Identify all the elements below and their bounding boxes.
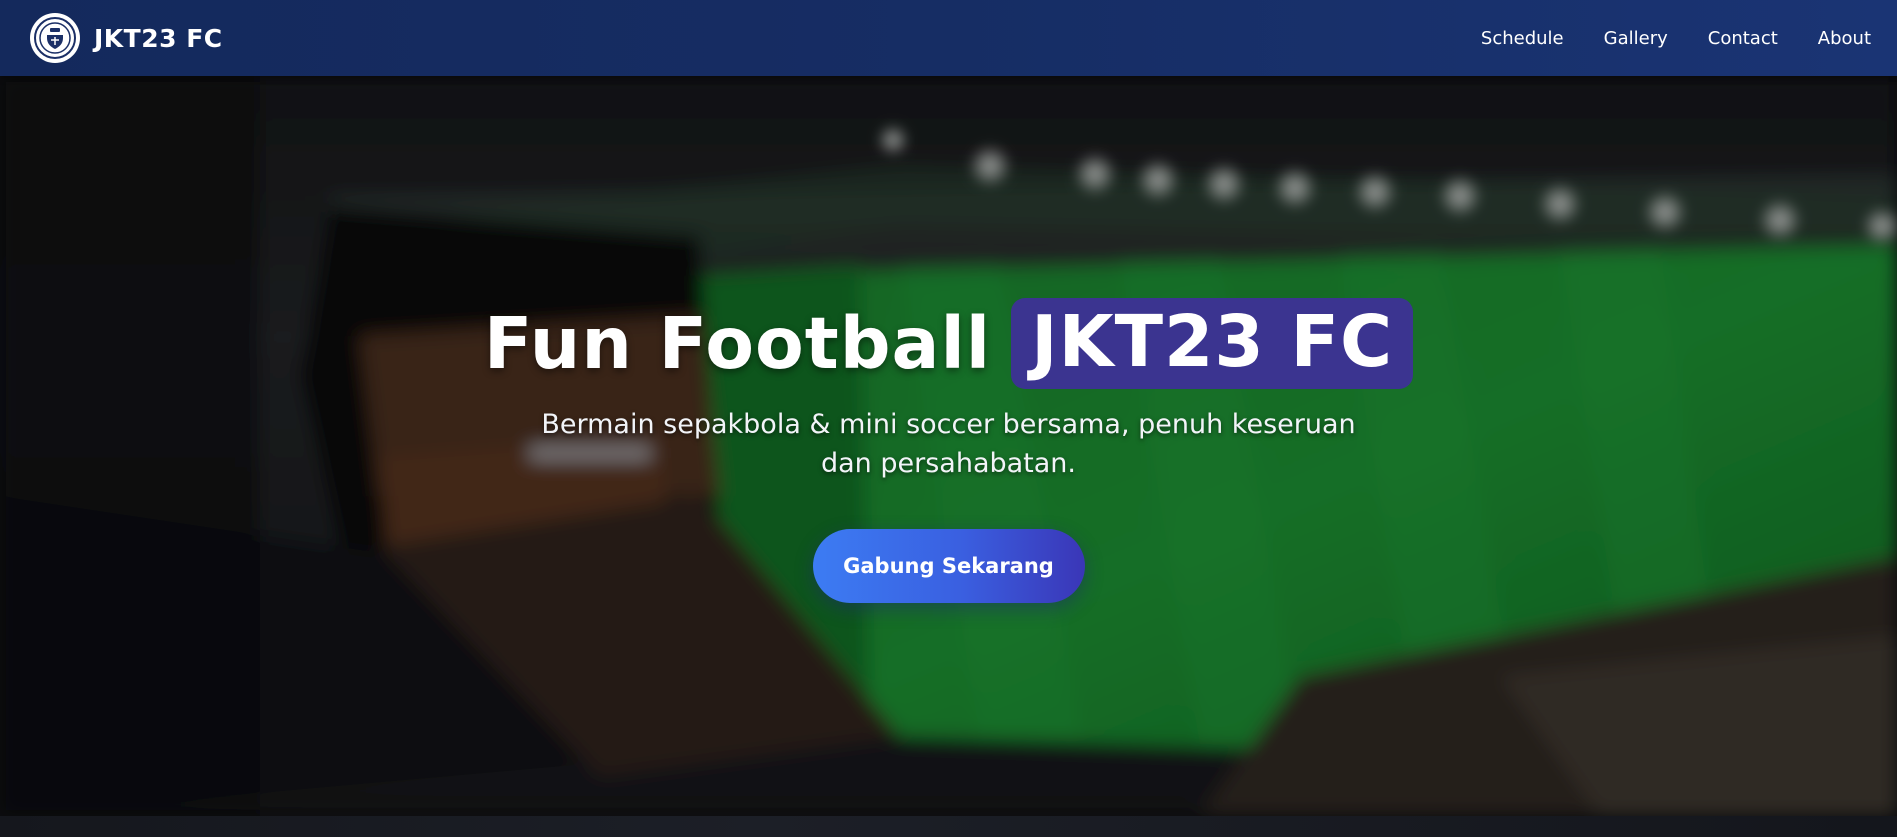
nav-item-gallery: Gallery bbox=[1604, 28, 1668, 49]
hero-title: Fun Football JKT23 FC bbox=[483, 298, 1414, 389]
hero-subtitle: Bermain sepakbola & mini soccer bersama,… bbox=[541, 409, 1356, 479]
nav-link-about[interactable]: About bbox=[1818, 28, 1871, 49]
hero-content: Fun Football JKT23 FC Bermain sepakbola … bbox=[0, 298, 1897, 603]
main-nav: Schedule Gallery Contact About bbox=[1481, 28, 1871, 49]
nav-link-contact[interactable]: Contact bbox=[1708, 28, 1778, 49]
nav-item-about: About bbox=[1818, 28, 1871, 49]
hero-section: Fun Football JKT23 FC Bermain sepakbola … bbox=[0, 76, 1897, 816]
nav-item-contact: Contact bbox=[1708, 28, 1778, 49]
next-section-edge bbox=[0, 816, 1897, 837]
brand-home-link[interactable]: JKT23 FC bbox=[30, 13, 223, 63]
top-navbar: JKT23 FC Schedule Gallery Contact About bbox=[0, 0, 1897, 76]
club-crest-icon bbox=[30, 13, 80, 63]
hero-title-prefix: Fun Football bbox=[483, 302, 992, 385]
brand-name: JKT23 FC bbox=[94, 23, 223, 53]
nav-link-gallery[interactable]: Gallery bbox=[1604, 28, 1668, 49]
nav-item-schedule: Schedule bbox=[1481, 28, 1564, 49]
join-now-button[interactable]: Gabung Sekarang bbox=[812, 529, 1085, 603]
nav-link-schedule[interactable]: Schedule bbox=[1481, 28, 1564, 49]
hero-title-highlight: JKT23 FC bbox=[1011, 298, 1414, 389]
